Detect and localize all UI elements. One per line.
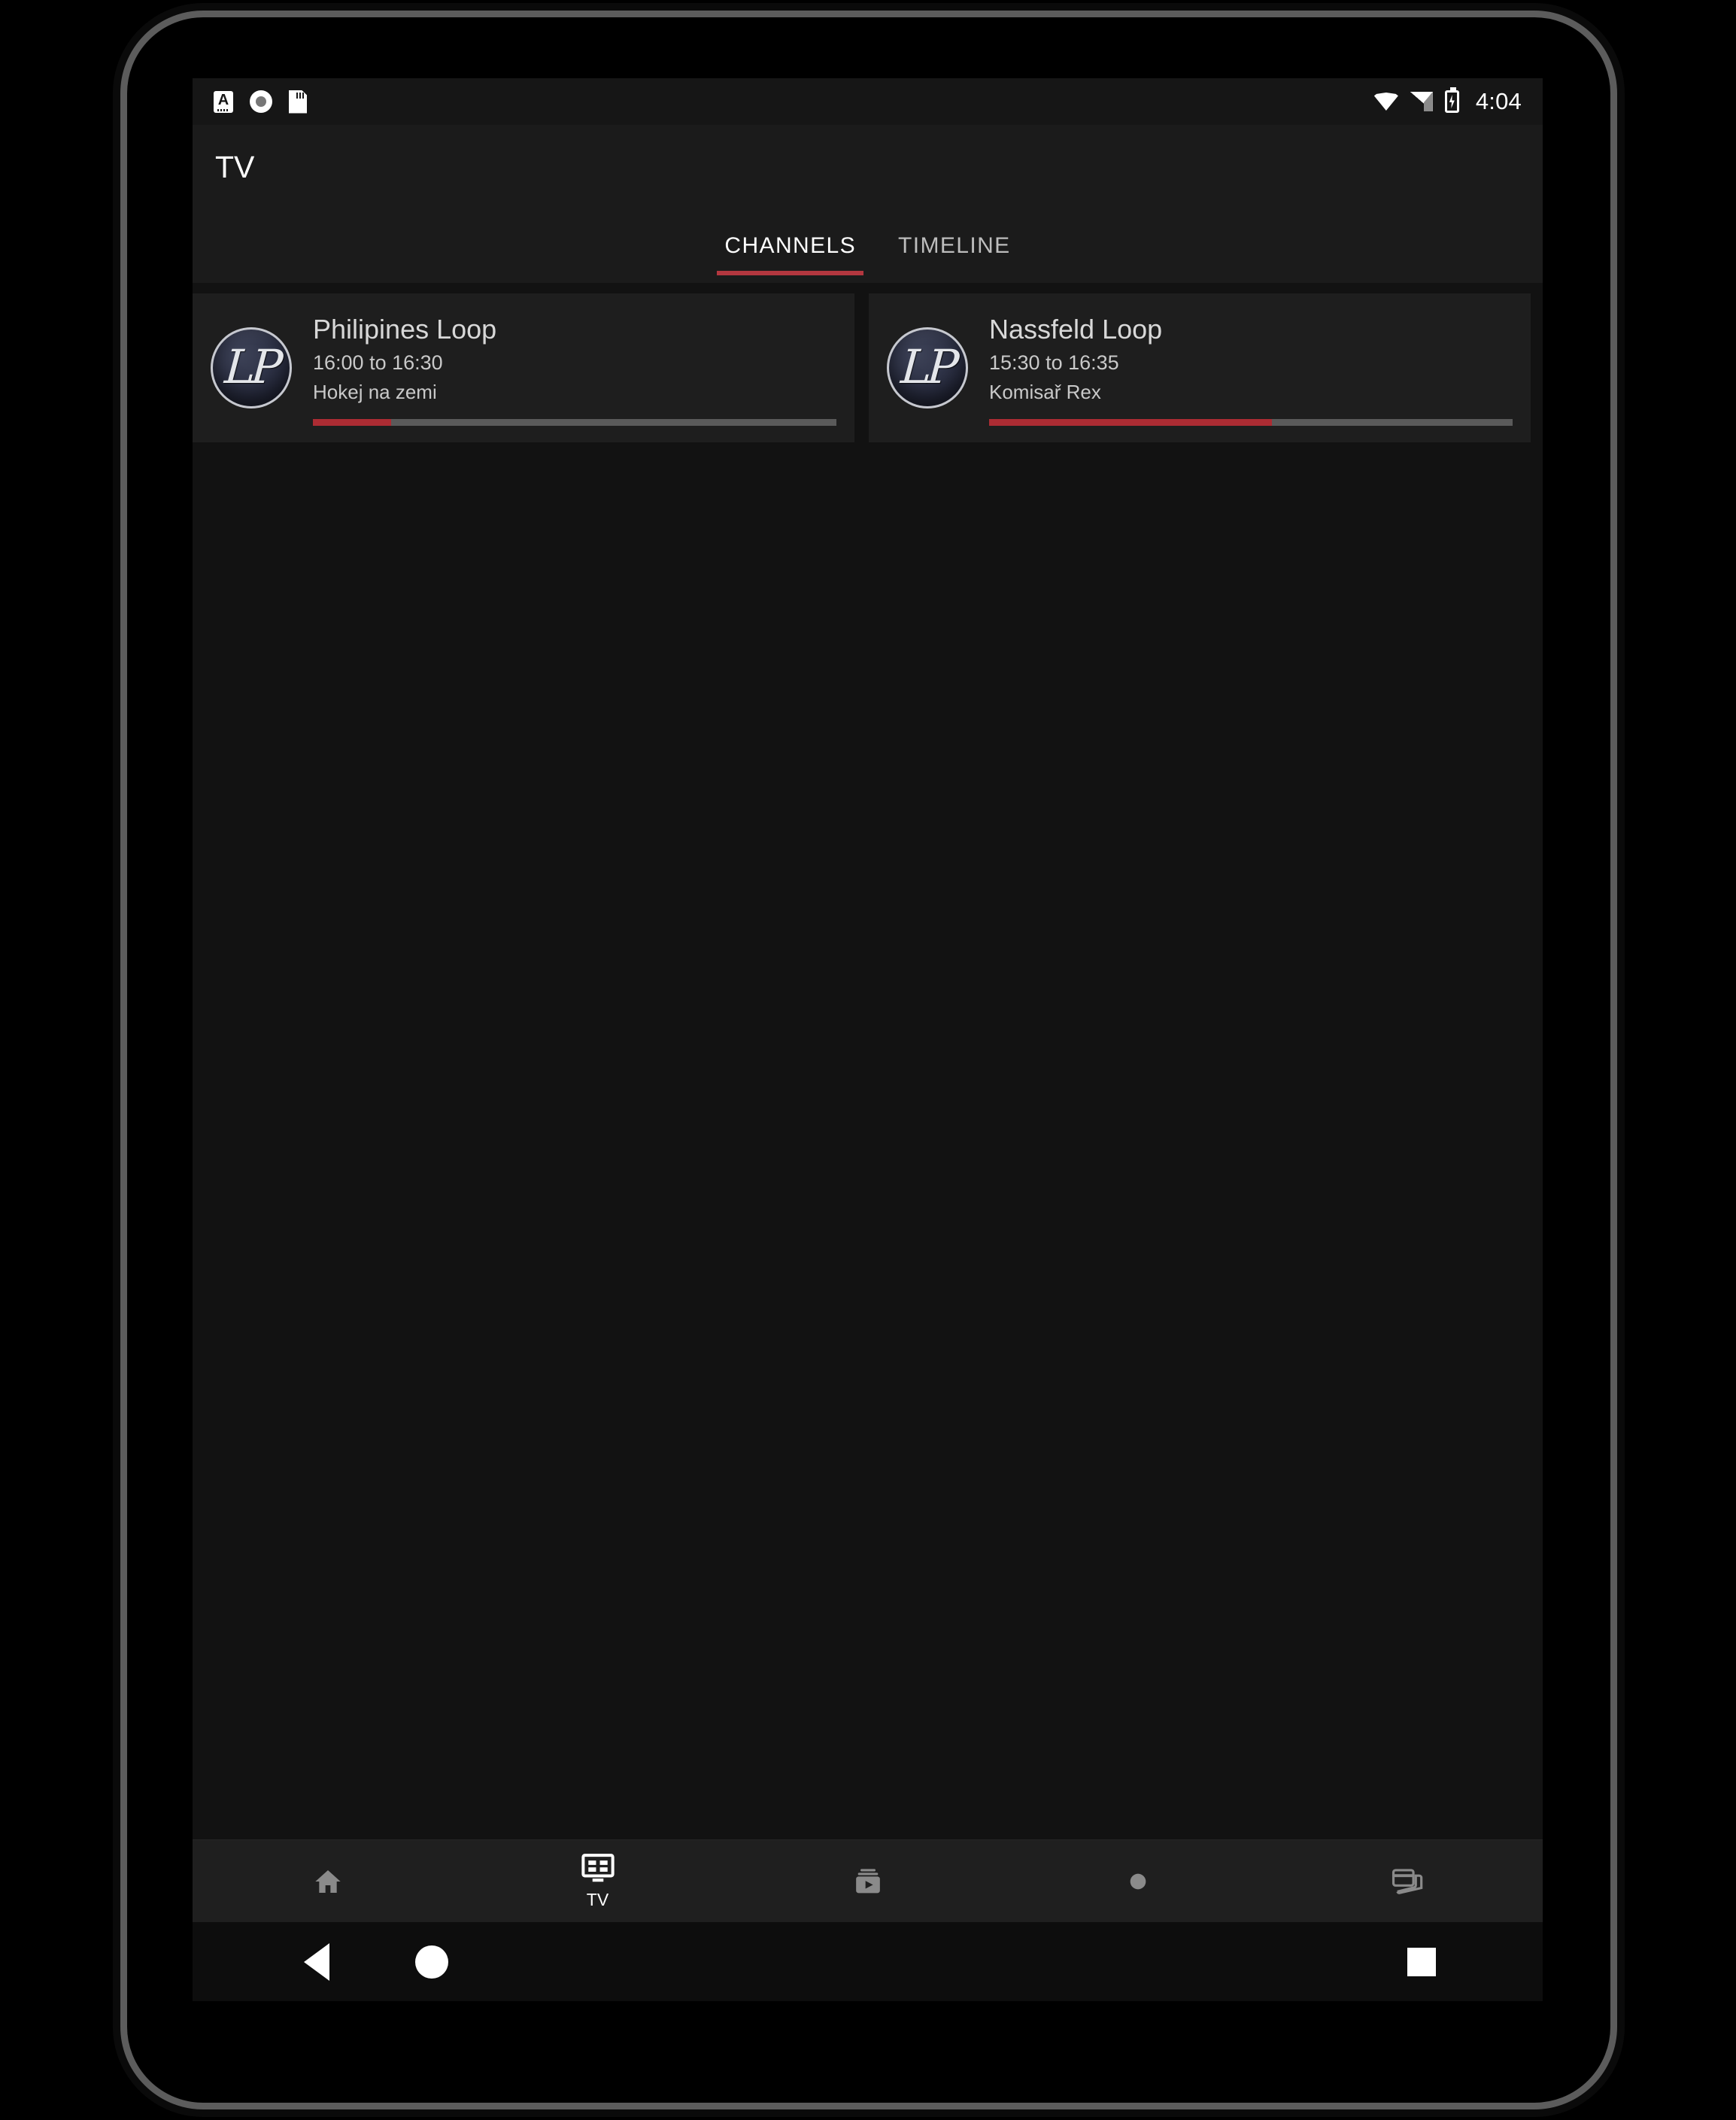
channel-card-body: Philipines Loop 16:00 to 16:30 Hokej na … bbox=[313, 311, 836, 426]
recents-square-icon[interactable] bbox=[1407, 1947, 1436, 1976]
cellular-signal-icon bbox=[1410, 92, 1433, 111]
video-library-icon bbox=[850, 1865, 886, 1898]
channel-logo-text: LP bbox=[222, 339, 280, 394]
nav-item-home[interactable] bbox=[193, 1840, 463, 1922]
channel-logo-badge: LP bbox=[887, 327, 968, 409]
channel-program-title: Hokej na zemi bbox=[313, 380, 437, 403]
nav-item-record[interactable] bbox=[1003, 1840, 1273, 1922]
record-circle-icon bbox=[250, 90, 272, 113]
channel-name: Philipines Loop bbox=[313, 313, 497, 345]
lp-channel-logo: LP bbox=[882, 323, 973, 413]
lp-channel-logo: LP bbox=[206, 323, 296, 413]
nav-item-tv[interactable]: TV bbox=[463, 1840, 733, 1922]
channels-list: LP Philipines Loop 16:00 to 16:30 Hokej … bbox=[193, 283, 1543, 1839]
status-bar-clock: 4:04 bbox=[1475, 88, 1522, 114]
channel-time-range: 15:30 to 16:35 bbox=[989, 351, 1119, 374]
font-size-a-icon: A bbox=[214, 90, 233, 113]
device-screen: A 4:04 TV CHANNELS TIMELINE LP Philipine… bbox=[193, 78, 1543, 2001]
tab-timeline[interactable]: TIMELINE bbox=[877, 209, 1032, 275]
sd-card-icon bbox=[289, 90, 307, 114]
program-progress-fill bbox=[989, 418, 1272, 426]
channel-card-body: Nassfeld Loop 15:30 to 16:35 Komisař Rex bbox=[989, 311, 1513, 426]
tab-bar: CHANNELS TIMELINE bbox=[193, 209, 1543, 283]
battery-charging-icon bbox=[1444, 87, 1459, 113]
channel-logo-badge: LP bbox=[211, 327, 292, 409]
nav-item-cards[interactable] bbox=[1273, 1840, 1543, 1922]
status-bar-right-icons: 4:04 bbox=[1373, 87, 1522, 115]
wifi-icon bbox=[1373, 93, 1398, 111]
tv-guide-icon bbox=[580, 1852, 616, 1885]
channel-card-grid: LP Philipines Loop 16:00 to 16:30 Hokej … bbox=[193, 283, 1543, 442]
record-dot-icon bbox=[1120, 1865, 1156, 1898]
channel-logo-text: LP bbox=[898, 339, 956, 394]
bottom-navigation-bar: TV bbox=[193, 1839, 1543, 1922]
cards-stack-icon bbox=[1390, 1865, 1426, 1898]
page-title: TV bbox=[215, 149, 255, 184]
channel-card[interactable]: LP Nassfeld Loop 15:30 to 16:35 Komisař … bbox=[869, 293, 1531, 442]
back-triangle-icon[interactable] bbox=[304, 1942, 329, 1981]
program-progress-fill bbox=[313, 418, 392, 426]
home-icon bbox=[310, 1865, 346, 1898]
app-bar: TV bbox=[193, 125, 1543, 209]
nav-item-tv-label: TV bbox=[586, 1890, 609, 1909]
status-bar: A 4:04 bbox=[193, 78, 1543, 125]
channel-name: Nassfeld Loop bbox=[989, 313, 1163, 345]
program-progress-track bbox=[989, 418, 1513, 426]
channel-program-title: Komisař Rex bbox=[989, 380, 1101, 403]
tab-channels[interactable]: CHANNELS bbox=[703, 209, 877, 275]
nav-item-library[interactable] bbox=[733, 1840, 1003, 1922]
channel-time-range: 16:00 to 16:30 bbox=[313, 351, 443, 374]
channel-card[interactable]: LP Philipines Loop 16:00 to 16:30 Hokej … bbox=[193, 293, 854, 442]
status-bar-left-icons: A bbox=[214, 90, 307, 114]
home-circle-icon[interactable] bbox=[415, 1945, 448, 1979]
program-progress-track bbox=[313, 418, 836, 426]
system-navigation-bar bbox=[193, 1922, 1543, 2001]
